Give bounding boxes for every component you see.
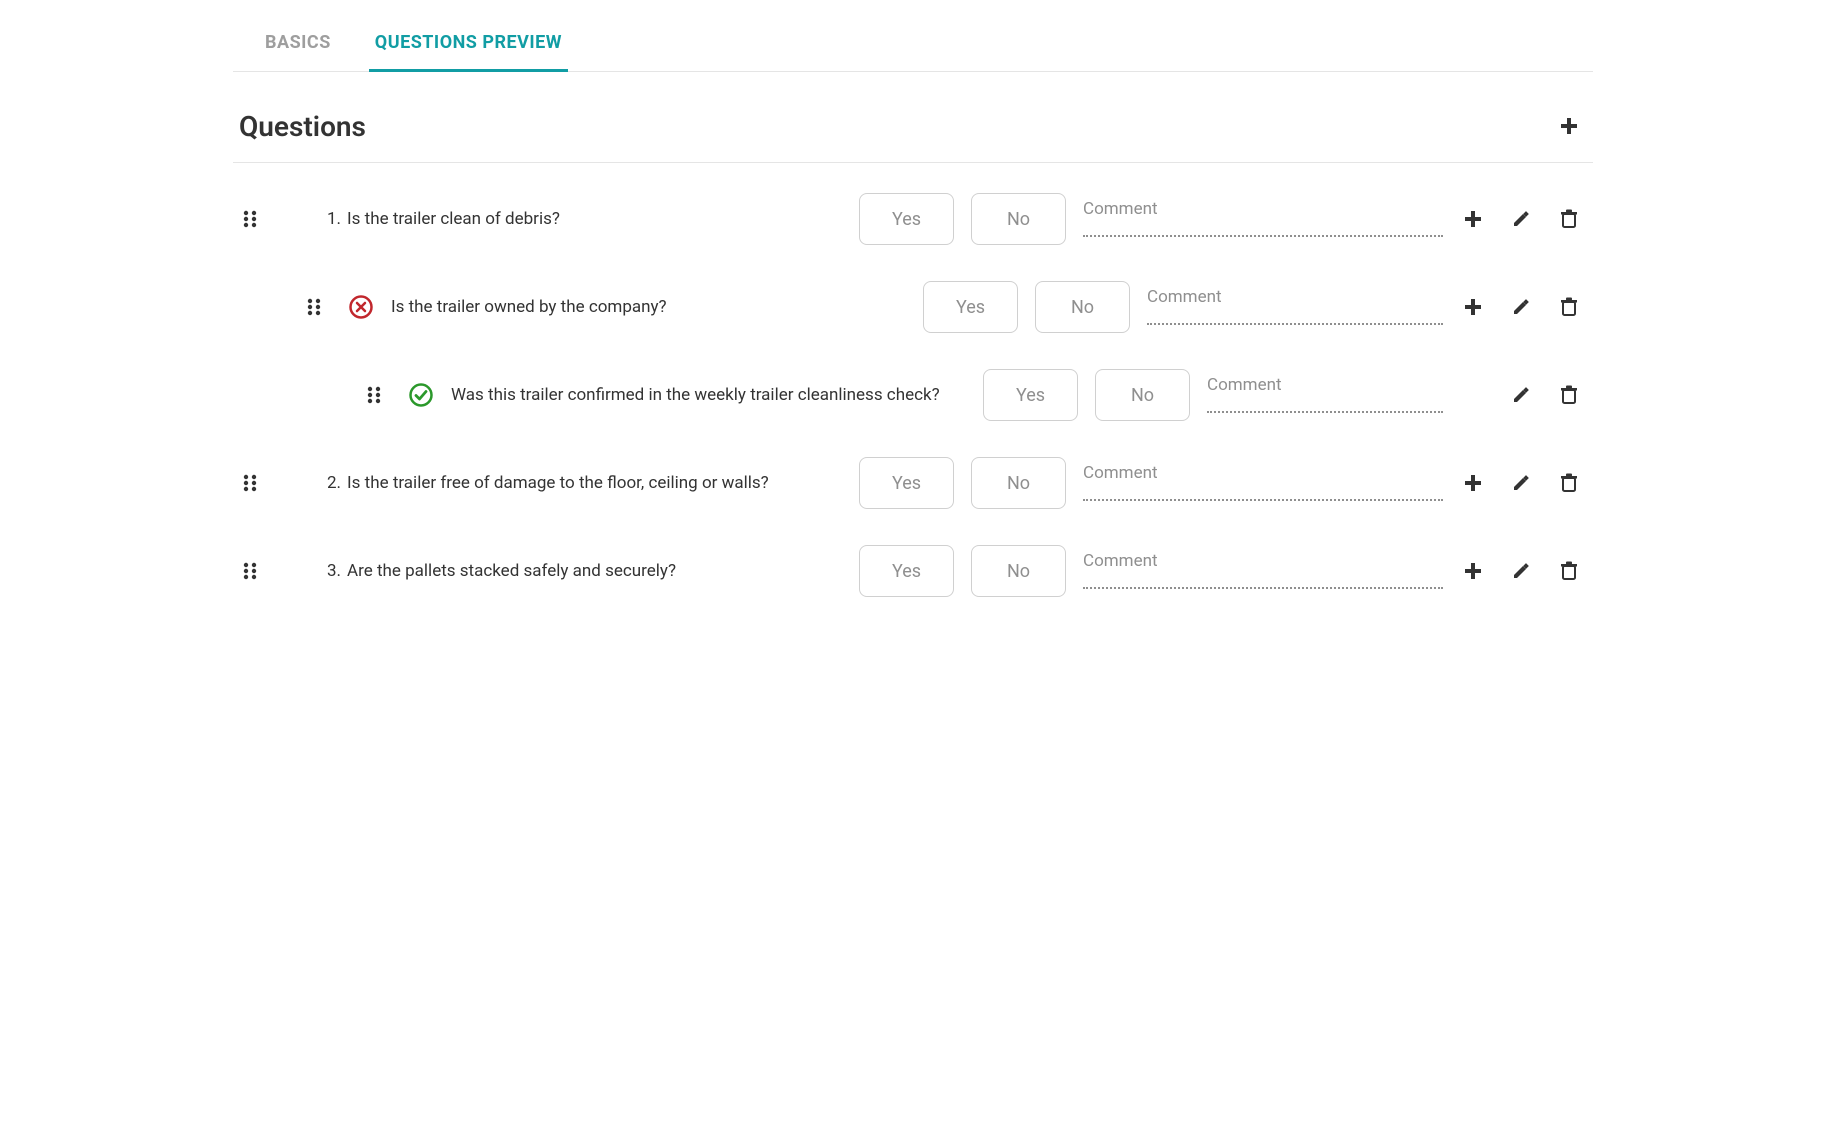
question-number: 1. bbox=[327, 209, 341, 229]
add-question-button[interactable] bbox=[1551, 108, 1587, 144]
plus-icon bbox=[1464, 298, 1482, 316]
add-subquestion-button[interactable] bbox=[1455, 465, 1491, 501]
comment-placeholder: Comment bbox=[1083, 199, 1158, 219]
question-number: 2. bbox=[327, 473, 341, 493]
pencil-icon bbox=[1512, 562, 1530, 580]
delete-button[interactable] bbox=[1551, 201, 1587, 237]
comment-placeholder: Comment bbox=[1083, 463, 1158, 483]
question-row: Was this trailer confirmed in the weekly… bbox=[233, 351, 1593, 439]
yes-button[interactable]: Yes bbox=[859, 545, 954, 597]
edit-button[interactable] bbox=[1503, 201, 1539, 237]
page-title: Questions bbox=[239, 110, 366, 143]
comment-placeholder: Comment bbox=[1207, 375, 1282, 395]
tab-questions-preview[interactable]: QUESTIONS PREVIEW bbox=[369, 20, 568, 71]
trash-icon bbox=[1560, 297, 1578, 317]
drag-handle-icon[interactable] bbox=[363, 384, 391, 406]
edit-button[interactable] bbox=[1503, 289, 1539, 325]
tabs: BASICS QUESTIONS PREVIEW bbox=[233, 0, 1593, 72]
no-button[interactable]: No bbox=[1095, 369, 1190, 421]
no-button[interactable]: No bbox=[1035, 281, 1130, 333]
delete-button[interactable] bbox=[1551, 377, 1587, 413]
question-text: Is the trailer owned by the company? bbox=[391, 296, 911, 319]
question-text: 3. Are the pallets stacked safely and sec… bbox=[327, 560, 847, 583]
comment-input[interactable]: Comment bbox=[1147, 285, 1443, 329]
comment-input[interactable]: Comment bbox=[1207, 373, 1443, 417]
drag-handle-icon[interactable] bbox=[239, 208, 267, 230]
yes-button[interactable]: Yes bbox=[923, 281, 1018, 333]
status-pass-icon bbox=[403, 382, 439, 408]
trash-icon bbox=[1560, 561, 1578, 581]
yes-button[interactable]: Yes bbox=[859, 193, 954, 245]
question-row: 2. Is the trailer free of damage to the f… bbox=[233, 439, 1593, 527]
delete-button[interactable] bbox=[1551, 553, 1587, 589]
yes-button[interactable]: Yes bbox=[983, 369, 1078, 421]
question-row: Is the trailer owned by the company? Yes N… bbox=[233, 263, 1593, 351]
comment-input[interactable]: Comment bbox=[1083, 197, 1443, 241]
plus-icon bbox=[1464, 474, 1482, 492]
question-list: 1. Is the trailer clean of debris? Yes No Co… bbox=[233, 163, 1593, 615]
question-row: 1. Is the trailer clean of debris? Yes No Co… bbox=[233, 175, 1593, 263]
pencil-icon bbox=[1512, 474, 1530, 492]
edit-button[interactable] bbox=[1503, 553, 1539, 589]
question-number: 3. bbox=[327, 561, 341, 581]
question-text-label: Are the pallets stacked safely and secur… bbox=[347, 561, 676, 581]
plus-icon bbox=[1464, 562, 1482, 580]
trash-icon bbox=[1560, 209, 1578, 229]
no-button[interactable]: No bbox=[971, 457, 1066, 509]
question-text-label: Is the trailer clean of debris? bbox=[347, 209, 560, 229]
comment-placeholder: Comment bbox=[1147, 287, 1222, 307]
delete-button[interactable] bbox=[1551, 465, 1587, 501]
question-text: 2. Is the trailer free of damage to the f… bbox=[327, 472, 847, 495]
question-row: 3. Are the pallets stacked safely and sec… bbox=[233, 527, 1593, 615]
comment-input[interactable]: Comment bbox=[1083, 549, 1443, 593]
pencil-icon bbox=[1512, 298, 1530, 316]
question-text-label: Is the trailer owned by the company? bbox=[391, 297, 667, 317]
drag-handle-icon[interactable] bbox=[303, 296, 331, 318]
edit-button[interactable] bbox=[1503, 377, 1539, 413]
comment-underline bbox=[1083, 235, 1443, 237]
question-text: 1. Is the trailer clean of debris? bbox=[327, 208, 847, 231]
comment-underline bbox=[1083, 587, 1443, 589]
pencil-icon bbox=[1512, 210, 1530, 228]
pencil-icon bbox=[1512, 386, 1530, 404]
plus-icon bbox=[1464, 210, 1482, 228]
no-button[interactable]: No bbox=[971, 193, 1066, 245]
trash-icon bbox=[1560, 385, 1578, 405]
trash-icon bbox=[1560, 473, 1578, 493]
comment-underline bbox=[1083, 499, 1443, 501]
question-text: Was this trailer confirmed in the weekly… bbox=[451, 384, 971, 407]
tab-basics[interactable]: BASICS bbox=[259, 20, 337, 71]
edit-button[interactable] bbox=[1503, 465, 1539, 501]
question-text-label: Was this trailer confirmed in the weekly… bbox=[451, 385, 940, 405]
comment-placeholder: Comment bbox=[1083, 551, 1158, 571]
status-fail-icon bbox=[343, 294, 379, 320]
add-subquestion-button[interactable] bbox=[1455, 553, 1491, 589]
plus-icon bbox=[1559, 116, 1579, 136]
comment-input[interactable]: Comment bbox=[1083, 461, 1443, 505]
yes-button[interactable]: Yes bbox=[859, 457, 954, 509]
drag-handle-icon[interactable] bbox=[239, 560, 267, 582]
comment-underline bbox=[1147, 323, 1443, 325]
comment-underline bbox=[1207, 411, 1443, 413]
delete-button[interactable] bbox=[1551, 289, 1587, 325]
add-subquestion-button[interactable] bbox=[1455, 201, 1491, 237]
drag-handle-icon[interactable] bbox=[239, 472, 267, 494]
section-header: Questions bbox=[233, 96, 1593, 163]
no-button[interactable]: No bbox=[971, 545, 1066, 597]
add-subquestion-button[interactable] bbox=[1455, 289, 1491, 325]
question-text-label: Is the trailer free of damage to the flo… bbox=[347, 473, 769, 493]
